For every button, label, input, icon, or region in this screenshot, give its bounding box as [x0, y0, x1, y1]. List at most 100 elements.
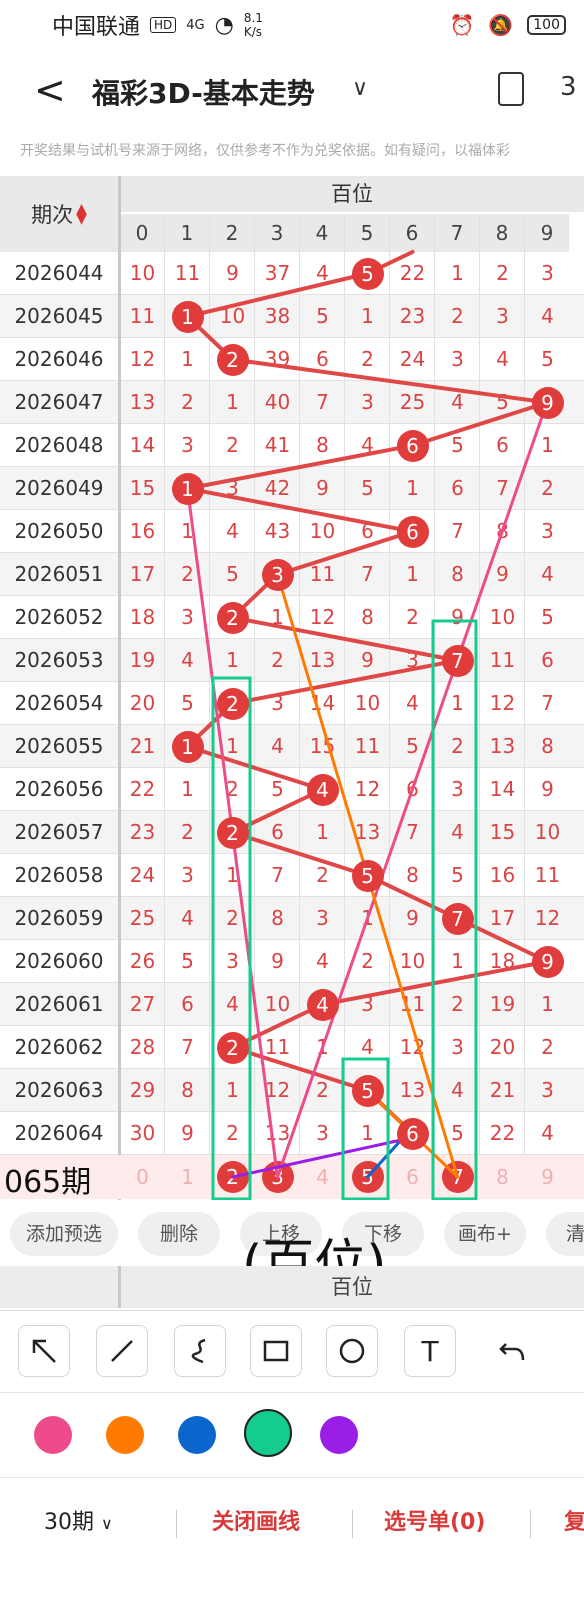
current-period-row[interactable]: 065期 0123456789	[0, 1155, 584, 1200]
candidate-number[interactable]: 6	[390, 1155, 435, 1199]
omission-cell: 10	[354, 691, 381, 715]
delete-button[interactable]: 删除	[138, 1212, 220, 1256]
omission-cell: 8	[361, 605, 374, 629]
winning-number-ball[interactable]: 2	[216, 1031, 249, 1064]
winning-number-ball[interactable]: 2	[216, 816, 249, 849]
winning-number-ball[interactable]: 5	[351, 1074, 384, 1107]
issue-number: 2026047	[14, 390, 104, 414]
arrow-tool-icon[interactable]	[18, 1325, 70, 1377]
color-swatch[interactable]	[244, 1409, 292, 1457]
clear-button[interactable]: 清	[546, 1212, 584, 1256]
winning-number-ball[interactable]: 6	[396, 515, 429, 548]
omission-cell: 1	[316, 820, 329, 844]
digit-header-4: 4	[300, 214, 344, 252]
rectangle-tool-icon[interactable]	[250, 1325, 302, 1377]
omission-cell: 10	[264, 992, 291, 1016]
winning-number-ball[interactable]: 5	[351, 257, 384, 290]
winning-number-ball[interactable]: 2	[216, 687, 249, 720]
winning-number-ball[interactable]: 6	[396, 429, 429, 462]
digit-header-2: 2	[210, 214, 254, 252]
more-button[interactable]: 复	[564, 1504, 584, 1536]
winning-number-ball[interactable]: 9	[531, 386, 564, 419]
period-selector[interactable]: 30期 ∨	[44, 1504, 113, 1536]
back-button[interactable]: <	[34, 68, 66, 112]
winning-number-ball[interactable]: 2	[216, 601, 249, 634]
alarm-icon: ⏰	[449, 13, 475, 37]
omission-cell: 1	[181, 777, 194, 801]
undo-icon[interactable]	[486, 1325, 538, 1377]
winning-number-ball[interactable]: 3	[261, 558, 294, 591]
selected-number-ball[interactable]: 3	[261, 1161, 294, 1193]
omission-cell: 18	[129, 605, 156, 629]
winning-number-ball[interactable]: 5	[351, 859, 384, 892]
omission-cell: 5	[451, 433, 464, 457]
omission-cell: 11	[129, 304, 156, 328]
add-preselect-button[interactable]: 添加预选	[10, 1212, 118, 1256]
omission-cell: 4	[226, 519, 239, 543]
omission-cell: 13	[264, 1121, 291, 1145]
winning-number-ball[interactable]: 1	[171, 300, 204, 333]
circle-tool-icon[interactable]	[326, 1325, 378, 1377]
winning-number-ball[interactable]: 4	[306, 773, 339, 806]
canvas-plus-button[interactable]: 画布+	[444, 1212, 526, 1256]
sort-icon[interactable]: ▲ ▼	[76, 202, 87, 226]
omission-cell: 2	[181, 562, 194, 586]
selected-number-ball[interactable]: 7	[441, 1161, 474, 1193]
candidate-number[interactable]: 8	[480, 1155, 525, 1199]
omission-cell: 7	[496, 476, 509, 500]
candidate-number[interactable]: 4	[300, 1155, 345, 1199]
color-swatch[interactable]	[34, 1416, 72, 1454]
omission-cell: 22	[129, 777, 156, 801]
omission-cell: 8	[271, 906, 284, 930]
omission-cell: 21	[489, 1078, 516, 1102]
omission-cell: 7	[181, 1035, 194, 1059]
candidate-number[interactable]: 1	[165, 1155, 210, 1199]
app-header: < 福彩3D-基本走势 ∨ 3	[0, 50, 584, 130]
device-icon[interactable]	[498, 72, 524, 106]
issue-number: 2026046	[14, 347, 104, 371]
omission-cell: 41	[264, 433, 291, 457]
line-tool-icon[interactable]	[96, 1325, 148, 1377]
color-swatch[interactable]	[320, 1416, 358, 1454]
omission-cell: 21	[129, 734, 156, 758]
winning-number-ball[interactable]: 1	[171, 472, 204, 505]
color-swatch[interactable]	[106, 1416, 144, 1454]
winning-number-ball[interactable]: 7	[441, 644, 474, 677]
omission-cell: 27	[129, 992, 156, 1016]
table-row: 2026057 23 2 6 1 13 7 4 15 10	[0, 811, 584, 854]
winning-number-ball[interactable]: 1	[171, 730, 204, 763]
curve-tool-icon[interactable]	[174, 1325, 226, 1377]
omission-cell: 11	[309, 562, 336, 586]
more-icon[interactable]: 3	[560, 72, 577, 102]
color-swatch[interactable]	[178, 1416, 216, 1454]
candidate-number[interactable]: 9	[525, 1155, 570, 1199]
text-tool-icon[interactable]: T	[404, 1325, 456, 1377]
omission-cell: 3	[541, 1078, 554, 1102]
battery-icon: 100	[527, 15, 566, 35]
mute-icon: 🔕	[488, 13, 514, 37]
omission-cell: 8	[406, 863, 419, 887]
winning-number-ball[interactable]: 2	[216, 343, 249, 376]
omission-cell: 1	[361, 1121, 374, 1145]
omission-cell: 1	[181, 519, 194, 543]
omission-cell: 4	[181, 906, 194, 930]
chevron-down-icon[interactable]: ∨	[352, 76, 368, 101]
winning-number-ball[interactable]: 6	[396, 1117, 429, 1150]
candidate-number[interactable]: 0	[120, 1155, 165, 1199]
selected-number-ball[interactable]: 2	[216, 1161, 249, 1193]
issue-column-header[interactable]: 期次 ▲ ▼	[0, 176, 118, 252]
omission-cell: 1	[406, 562, 419, 586]
page-title[interactable]: 福彩3D-基本走势	[92, 72, 315, 112]
omission-cell: 5	[541, 605, 554, 629]
winning-number-ball[interactable]: 4	[306, 988, 339, 1021]
selected-number-ball[interactable]: 5	[351, 1161, 384, 1193]
omission-cell: 3	[181, 605, 194, 629]
close-lines-button[interactable]: 关闭画线	[212, 1504, 300, 1536]
omission-cell: 7	[271, 863, 284, 887]
selection-list-button[interactable]: 选号单(0)	[384, 1504, 485, 1536]
winning-number-ball[interactable]: 7	[441, 902, 474, 935]
winning-number-ball[interactable]: 9	[531, 945, 564, 978]
issue-number: 2026049	[14, 476, 104, 500]
disclaimer-text: 开奖结果与试机号来源于网络，仅供参考不作为兑奖依据。如有疑问，以福体彩	[20, 143, 510, 159]
omission-cell: 3	[316, 1121, 329, 1145]
